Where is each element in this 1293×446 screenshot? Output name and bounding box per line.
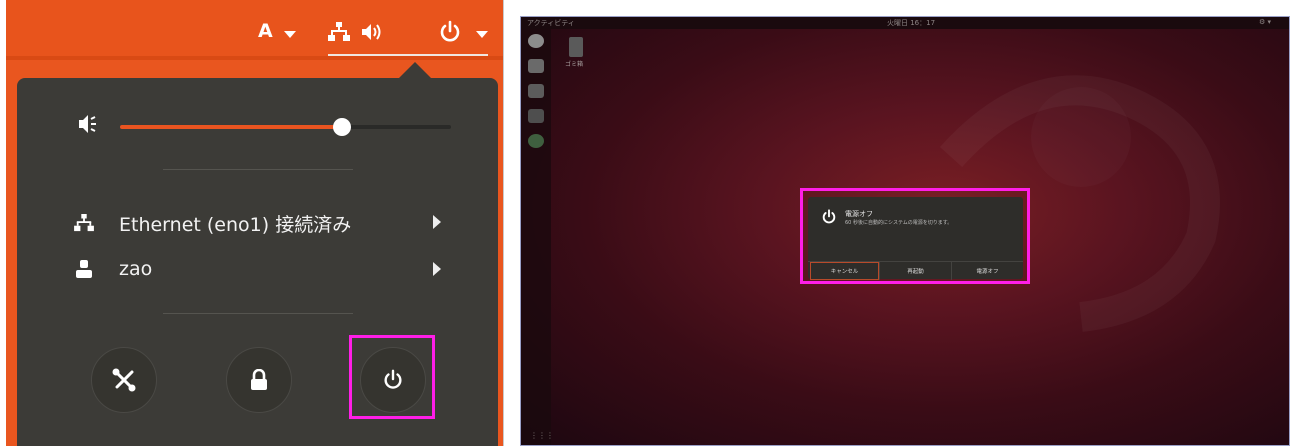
dock-app-icon[interactable] xyxy=(528,134,544,148)
dock-app-icon[interactable] xyxy=(528,109,544,123)
network-icon xyxy=(74,214,94,232)
network-label[interactable]: Ethernet (eno1) 接続済み xyxy=(119,210,351,237)
volume-slider-fill xyxy=(120,125,342,129)
dock-app-icon[interactable] xyxy=(528,34,544,48)
lock-icon xyxy=(251,369,267,390)
status-icons[interactable]: ⚙ ▾ xyxy=(1259,18,1271,26)
lock-button[interactable] xyxy=(226,347,292,413)
separator xyxy=(163,169,353,170)
separator xyxy=(163,313,353,314)
power-icon[interactable] xyxy=(438,20,462,44)
volume-slider-knob[interactable] xyxy=(332,118,351,136)
show-apps-icon[interactable]: ⋮⋮⋮ xyxy=(530,431,554,440)
highlight-box xyxy=(349,335,435,419)
trash-label: ゴミ箱 xyxy=(565,61,584,68)
dock-app-icon[interactable] xyxy=(528,59,544,73)
top-bar-border xyxy=(6,56,503,60)
menu-pointer xyxy=(398,62,432,79)
system-menu-screenshot: A Ethernet (eno1) 接続済み zao xyxy=(6,0,504,446)
settings-icon xyxy=(112,368,136,392)
user-icon xyxy=(76,260,92,278)
trash-icon[interactable] xyxy=(569,37,583,57)
user-label[interactable]: zao xyxy=(119,258,152,280)
input-method-indicator[interactable]: A xyxy=(258,20,273,42)
active-indicator xyxy=(328,54,488,56)
speaker-icon xyxy=(79,115,96,133)
settings-button[interactable] xyxy=(91,347,157,413)
activities-button[interactable]: アクティビティ xyxy=(527,18,575,28)
network-icon[interactable] xyxy=(328,22,350,42)
highlight-box xyxy=(800,188,1030,284)
chevron-right-icon[interactable] xyxy=(433,215,441,229)
volume-icon[interactable] xyxy=(360,22,386,42)
chevron-right-icon[interactable] xyxy=(433,262,441,276)
top-bar xyxy=(6,0,503,56)
desktop-screenshot: アクティビティ 火曜日 16：17 ⚙ ▾ ⋮⋮⋮ ゴミ箱 電源オフ 60 秒後… xyxy=(520,16,1290,446)
dock-app-icon[interactable] xyxy=(528,84,544,98)
input-method-caret-icon[interactable] xyxy=(284,31,296,38)
volume-slider[interactable] xyxy=(120,118,451,136)
clock[interactable]: 火曜日 16：17 xyxy=(887,18,935,28)
chevron-down-icon[interactable] xyxy=(476,31,488,38)
